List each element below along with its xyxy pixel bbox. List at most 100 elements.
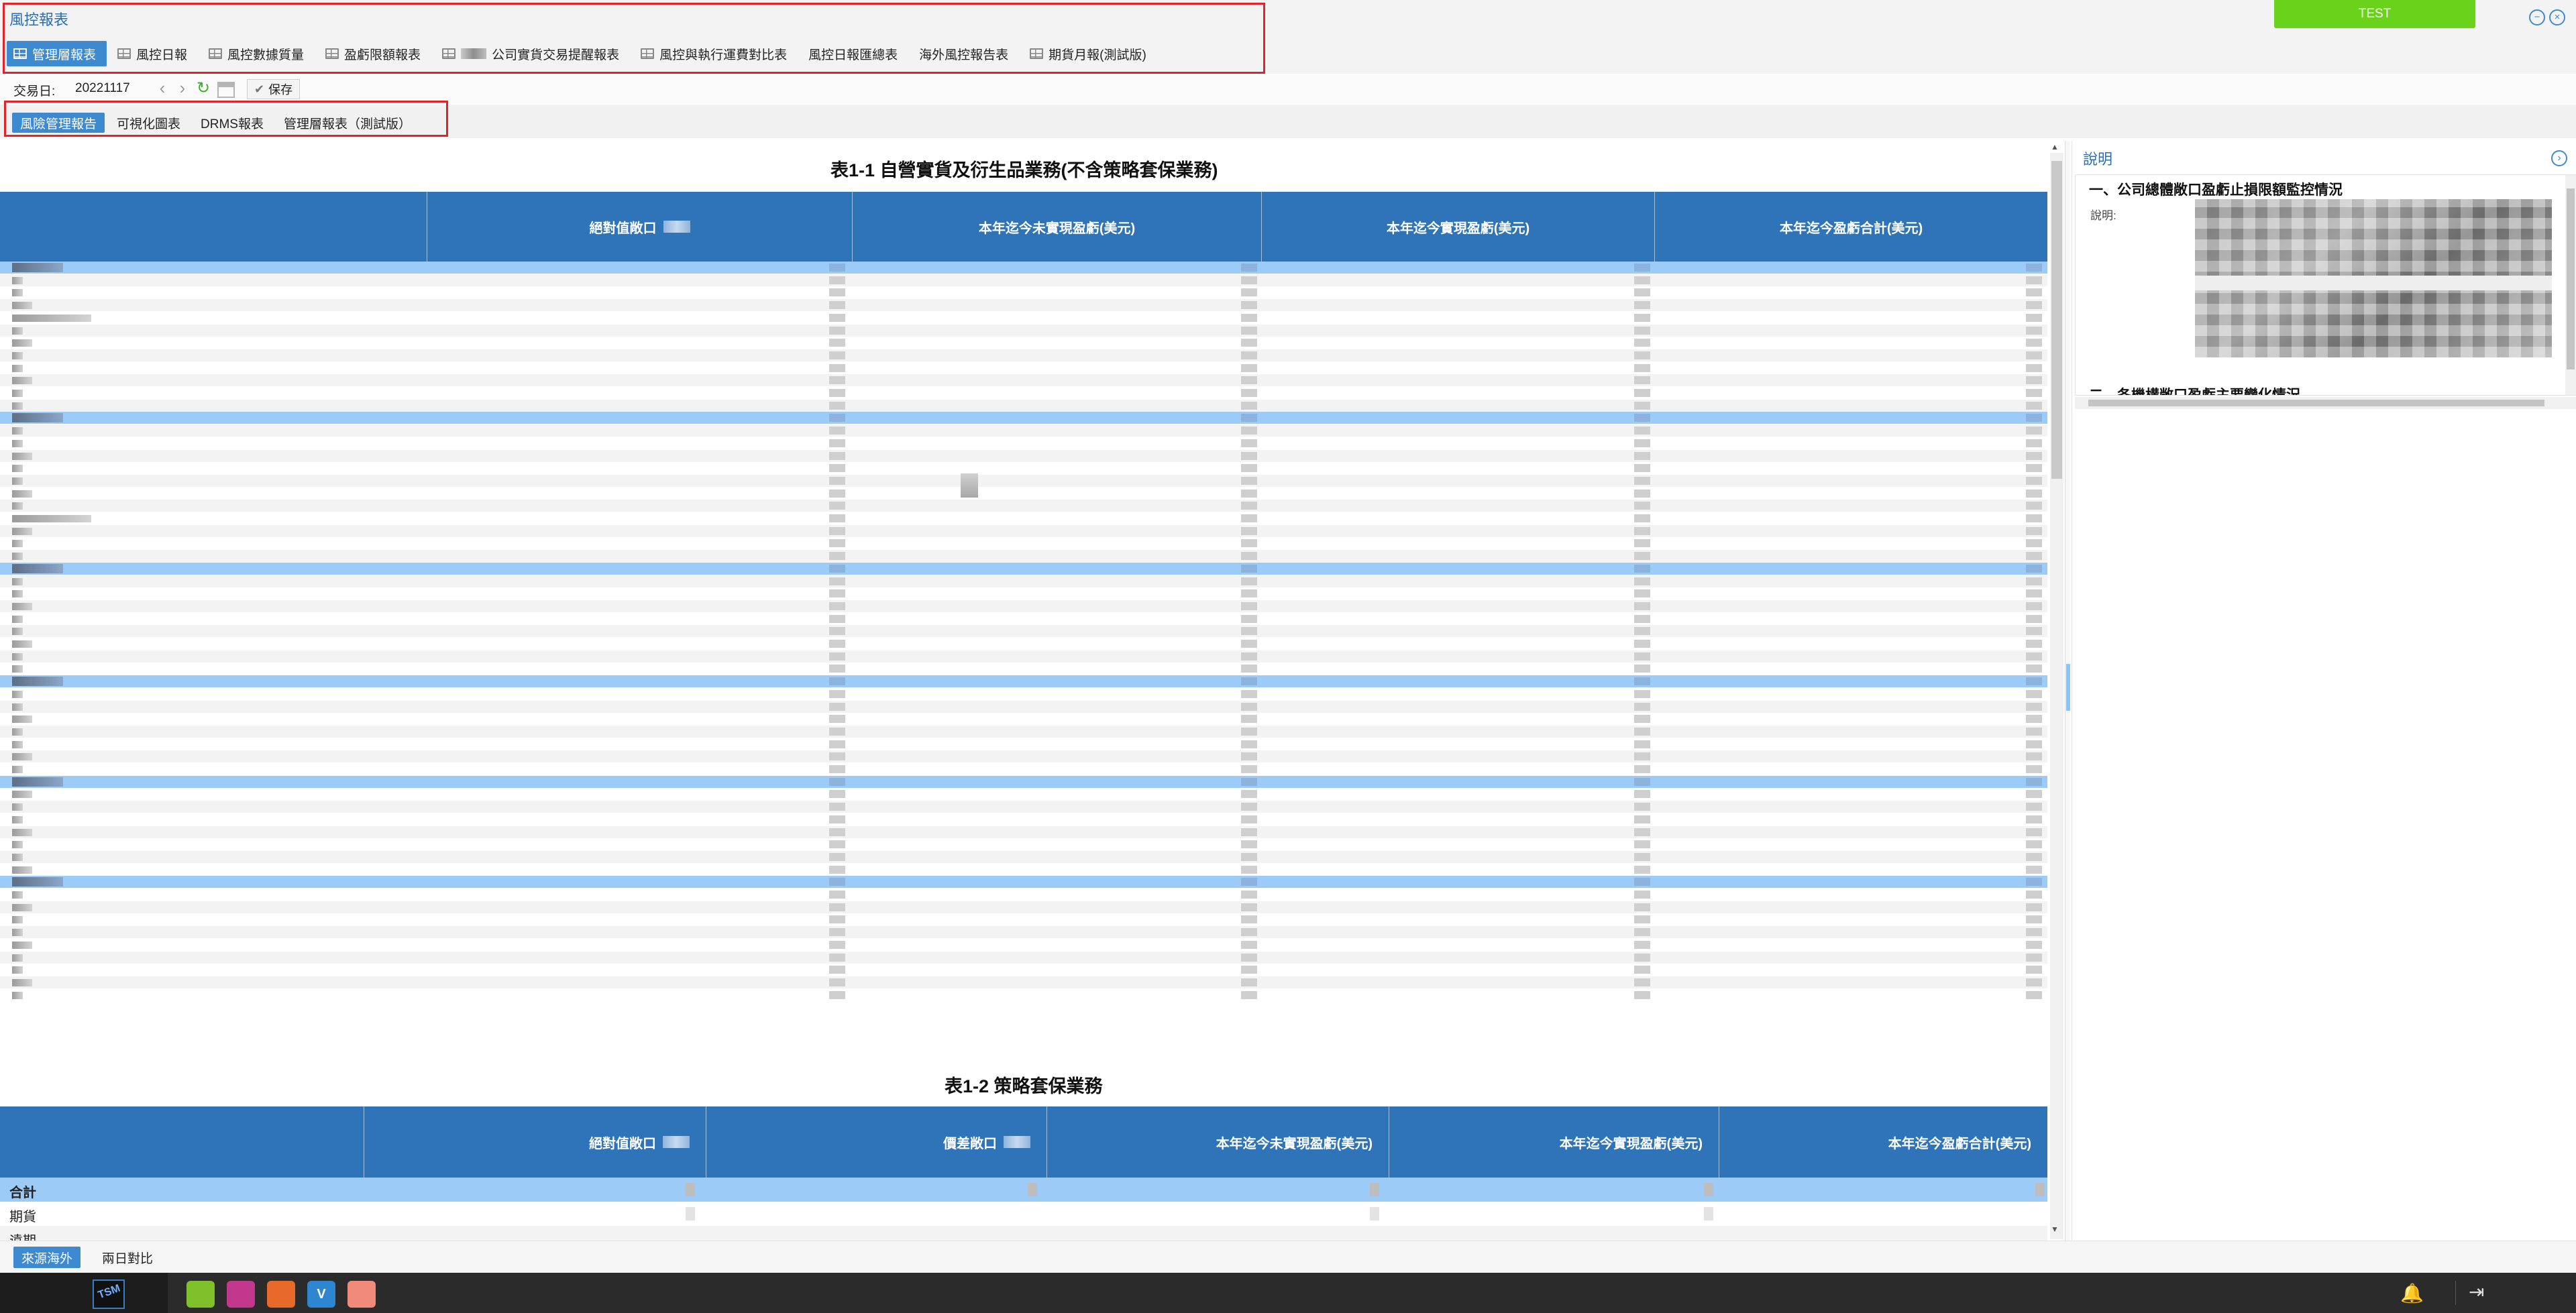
table-row[interactable] (0, 299, 2047, 312)
table-row[interactable] (0, 262, 2047, 274)
taskbar-app-icon[interactable] (347, 1281, 376, 1308)
table-row[interactable] (0, 926, 2047, 939)
scrollbar-thumb[interactable] (2051, 161, 2062, 479)
test-button[interactable]: TEST (2274, 0, 2475, 28)
minimize-icon[interactable]: − (2529, 9, 2545, 25)
taskbar-app-icon[interactable]: TSM (93, 1279, 125, 1309)
table-row[interactable] (0, 825, 2047, 838)
taskbar-app-icon[interactable] (227, 1281, 255, 1308)
table-row[interactable]: 遠期 (0, 1226, 2047, 1241)
table-row[interactable] (0, 399, 2047, 412)
table-row[interactable] (0, 537, 2047, 549)
table-row[interactable] (0, 775, 2047, 788)
subtab-risk-report[interactable]: 風險管理報告 (12, 113, 105, 133)
table-row[interactable]: 合計 (0, 1178, 2047, 1202)
table-row[interactable] (0, 488, 2047, 500)
table-row[interactable] (0, 337, 2047, 349)
table-row[interactable] (0, 738, 2047, 750)
table-row[interactable] (0, 286, 2047, 298)
table-row[interactable] (0, 500, 2047, 512)
tab-futures-monthly[interactable]: 期貨月報(測試版) (1023, 41, 1157, 66)
logout-icon[interactable]: ⇥ (2469, 1281, 2484, 1303)
table-row[interactable] (0, 989, 2047, 1001)
table-row[interactable] (0, 675, 2047, 688)
subtab-management-beta[interactable]: 管理層報表（測試版） (276, 113, 419, 133)
table-row[interactable] (0, 387, 2047, 399)
table-row[interactable] (0, 638, 2047, 650)
subtab-charts[interactable]: 可視化圖表 (109, 113, 189, 133)
tab-management-report[interactable]: 管理層報表 (7, 41, 107, 66)
table-row[interactable] (0, 650, 2047, 663)
table-row[interactable] (0, 838, 2047, 850)
table-row[interactable] (0, 625, 2047, 638)
table-row[interactable] (0, 913, 2047, 925)
bell-icon[interactable]: 🔔 (2400, 1282, 2424, 1304)
calendar-icon[interactable] (217, 82, 235, 98)
table-row[interactable] (0, 889, 2047, 901)
table-row[interactable] (0, 349, 2047, 361)
table-row[interactable] (0, 324, 2047, 337)
table-row[interactable] (0, 575, 2047, 587)
table-row[interactable] (0, 763, 2047, 775)
date-input[interactable]: 20221117 (75, 81, 130, 96)
taskbar-app-icon[interactable] (186, 1281, 215, 1308)
tab-daily-summary[interactable]: 風控日報匯總表 (802, 41, 908, 66)
table-row[interactable] (0, 412, 2047, 424)
table-row[interactable] (0, 750, 2047, 763)
splitter-handle[interactable] (2066, 664, 2070, 711)
table-row[interactable] (0, 600, 2047, 612)
table-row[interactable] (0, 725, 2047, 738)
table-row[interactable] (0, 850, 2047, 863)
table-row[interactable] (0, 700, 2047, 713)
table-row[interactable] (0, 613, 2047, 625)
scrollbar-thumb[interactable] (2567, 188, 2575, 369)
tab-overseas-report[interactable]: 海外風控報告表 (912, 41, 1019, 66)
tab-pnl-limit[interactable]: 盈虧限額報表 (319, 41, 431, 66)
scroll-down-icon[interactable]: ▼ (2051, 1224, 2059, 1234)
table-row[interactable] (0, 512, 2047, 524)
taskbar-app-icon[interactable] (267, 1281, 295, 1308)
table-row[interactable] (0, 362, 2047, 374)
taskbar-app-icon[interactable]: V (307, 1281, 335, 1308)
table-row[interactable] (0, 964, 2047, 976)
tab-two-day-compare[interactable]: 兩日對比 (94, 1247, 161, 1268)
table-row[interactable] (0, 939, 2047, 951)
table-row[interactable] (0, 474, 2047, 487)
table-row[interactable] (0, 524, 2047, 537)
table-row[interactable] (0, 550, 2047, 563)
collapse-panel-icon[interactable]: › (2551, 150, 2567, 166)
table-row[interactable] (0, 437, 2047, 449)
subtab-drms[interactable]: DRMS報表 (193, 113, 272, 133)
save-button[interactable]: ✔ 保存 (247, 79, 301, 99)
table-row[interactable] (0, 801, 2047, 813)
table-row[interactable] (0, 449, 2047, 462)
table-row[interactable]: 期貨 (0, 1202, 2047, 1226)
table-row[interactable] (0, 951, 2047, 964)
table-row[interactable] (0, 813, 2047, 825)
table-row[interactable] (0, 312, 2047, 324)
table-row[interactable] (0, 374, 2047, 387)
table-row[interactable] (0, 713, 2047, 725)
table-row[interactable] (0, 976, 2047, 988)
table-row[interactable] (0, 876, 2047, 889)
table-row[interactable] (0, 901, 2047, 913)
scroll-up-icon[interactable]: ▲ (2051, 142, 2059, 152)
tab-physical-trade-alert[interactable]: 公司實貨交易提醒報表 (435, 41, 630, 66)
next-day-icon[interactable]: › (173, 79, 192, 98)
table-row[interactable] (0, 688, 2047, 700)
table-row[interactable] (0, 274, 2047, 286)
tab-source-overseas[interactable]: 來源海外 (13, 1247, 81, 1268)
tab-freight-compare[interactable]: 風控與執行運費對比表 (634, 41, 798, 66)
prev-day-icon[interactable]: ‹ (153, 79, 172, 98)
refresh-icon[interactable]: ↻ (195, 80, 212, 98)
tab-data-quality[interactable]: 風控數據質量 (202, 41, 315, 66)
scrollbar-thumb[interactable] (2088, 400, 2544, 406)
table-row[interactable] (0, 424, 2047, 437)
table-row[interactable] (0, 587, 2047, 600)
table-row[interactable] (0, 864, 2047, 876)
table-row[interactable] (0, 562, 2047, 575)
tab-risk-daily[interactable]: 風控日報 (111, 41, 198, 66)
close-icon[interactable]: × (2549, 9, 2565, 25)
table-row[interactable] (0, 663, 2047, 675)
table-row[interactable] (0, 788, 2047, 800)
